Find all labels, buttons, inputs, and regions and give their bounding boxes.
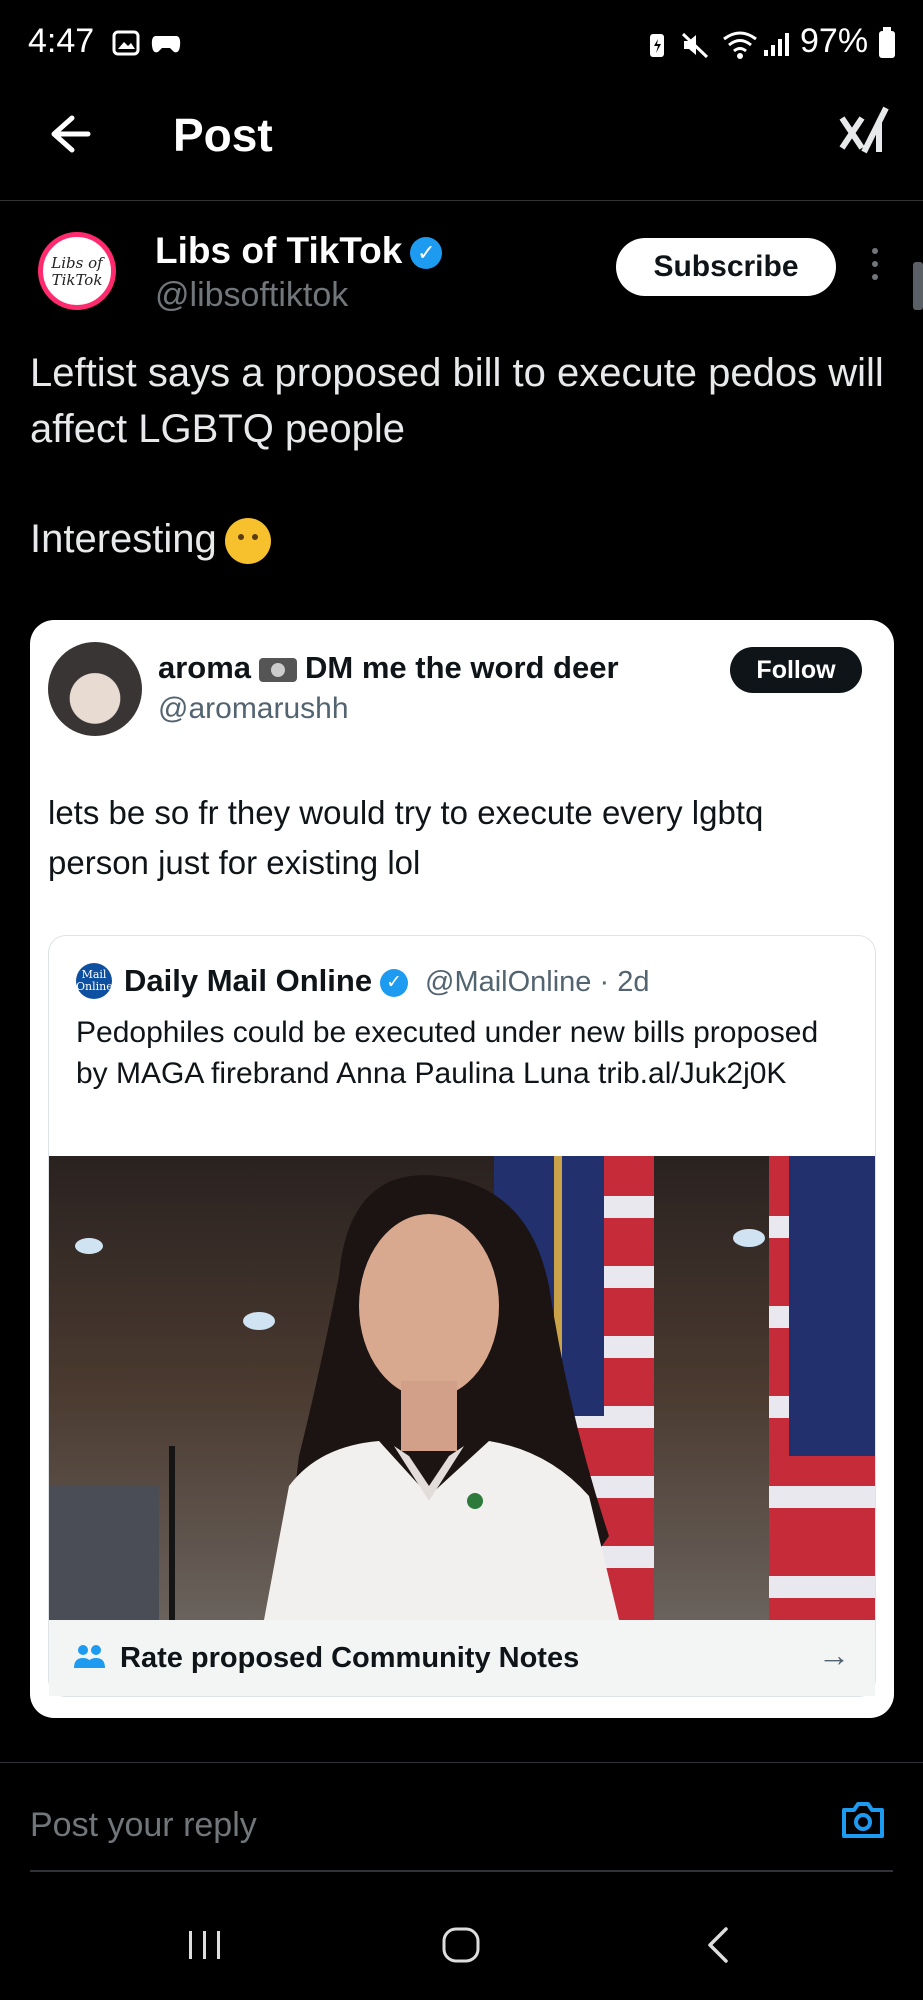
mute-icon [681,32,709,59]
subscribe-button[interactable]: Subscribe [616,238,836,296]
scrollbar[interactable] [913,262,923,310]
thinking-face-emoji-icon [224,518,271,565]
verified-badge-icon: ✓ [380,968,409,997]
signal-icon [764,33,789,56]
community-notes-label[interactable]: Rate proposed Community Notes [120,1642,579,1675]
reply-underline [30,1870,893,1872]
author-avatar[interactable]: Libs of TikTok [38,232,116,310]
reply-divider [0,1762,923,1763]
more-options-icon[interactable] [868,248,882,284]
image-icon [112,30,140,56]
inner-author-name[interactable]: Daily Mail Online ✓ [124,963,409,999]
author-name-text: Libs of TikTok [155,230,403,271]
quoted-author-handle[interactable]: @aromarushh [158,692,349,726]
battery-percent: 97% [800,22,869,60]
page-title: Post [173,109,273,161]
back-icon[interactable] [700,1925,740,1965]
post-text-interesting: Interesting [30,517,217,561]
daily-mail-logo: Mail Online [76,963,113,999]
author-handle[interactable]: @libsoftiktok [155,276,348,315]
quoted-author-name-b: DM me the word deer [305,650,619,685]
battery-icon [879,27,895,58]
post-text: Leftist says a proposed bill to execute … [30,351,884,451]
quoted-author-name-a: aroma [158,650,252,685]
recent-apps-icon[interactable] [185,1925,225,1965]
quoted-author-name[interactable]: aroma DM me the word deer [158,650,619,686]
home-icon[interactable] [441,1925,481,1965]
camera-emoji-icon [259,657,298,682]
inner-post-text: Pedophiles could be executed under new b… [76,1016,819,1090]
xai-logo-icon[interactable] [838,104,890,162]
arrow-right-icon[interactable]: → [818,1637,850,1674]
post-text-line-2: Interesting [30,517,271,565]
quoted-post-text: lets be so fr they would try to execute … [48,794,764,881]
verified-badge-icon: ✓ [410,237,443,270]
avatar-logo-text: Libs of TikTok [51,254,103,289]
camera-icon[interactable] [840,1800,886,1840]
battery-saver-icon [650,34,664,57]
game-controller-icon [151,36,181,53]
wifi-icon [723,31,757,59]
inner-author-meta: @MailOnline · 2d [425,966,650,998]
people-icon [74,1645,105,1668]
reply-input[interactable]: Post your reply [30,1806,257,1845]
follow-button[interactable]: Follow [730,647,862,693]
author-name[interactable]: Libs of TikTok ✓ [155,230,443,272]
quoted-author-avatar[interactable] [48,642,142,736]
arrow-left-icon[interactable] [42,108,94,160]
post-header [0,90,923,201]
status-time: 4:47 [28,22,95,60]
inner-author-name-text: Daily Mail Online [124,963,373,998]
news-photo[interactable] [49,1156,875,1620]
